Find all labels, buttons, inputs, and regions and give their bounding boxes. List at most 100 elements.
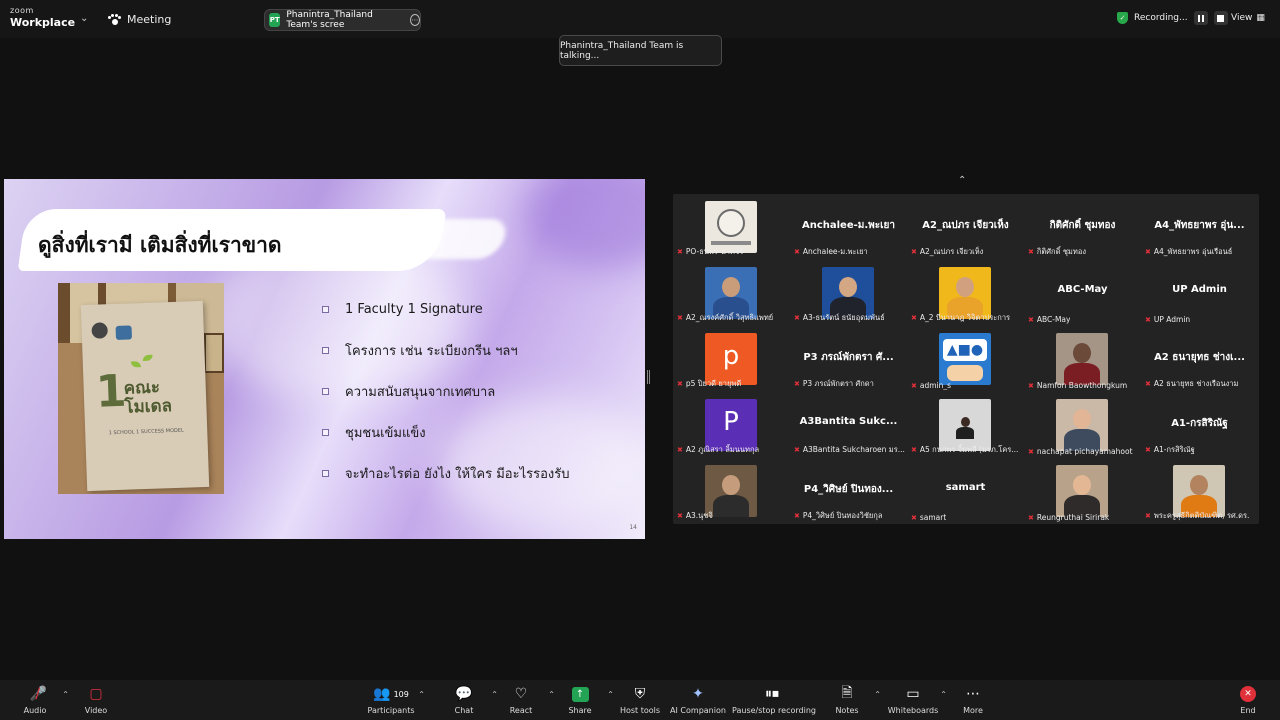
end-meeting-button[interactable]: ✕ End <box>1218 684 1278 715</box>
participant-tile[interactable]: ✖ Namfon Baowthongkum <box>1024 326 1141 392</box>
chat-icon: 💬 <box>455 686 473 702</box>
participant-tile[interactable]: P4_วิศิษย์ ปินทอง... ✖ P4_วิศิษย์ ปินทองวิ… <box>790 458 907 524</box>
bullet-item: จะทำอะไรต่อ ยังไง ให้ใคร มีอะไรรองรับ <box>322 453 569 494</box>
screen-share-indicator[interactable]: PT Phanintra_Thailand Team's scree ⋯ <box>264 9 421 31</box>
meeting-label: Meeting <box>127 13 172 26</box>
chevron-up-icon[interactable]: ⌃ <box>958 175 966 186</box>
participant-name-large: A4_พัทธยาพร อุ่น... <box>1154 220 1245 231</box>
close-icon: ✕ <box>1240 686 1256 702</box>
participant-tile[interactable]: p ✖ p5 ปิยวดี ยายุพดี <box>673 326 790 392</box>
participants-options-caret[interactable]: ⌃ <box>418 690 425 699</box>
participant-name: ✖ admin_s <box>911 381 952 390</box>
zoom-workplace-logo[interactable]: zoom Workplace <box>10 6 76 29</box>
microphone-muted-icon: ✖ <box>794 512 800 520</box>
participant-gallery: ✖ PO-ธนพร-นาคจริ Anchalee-ม.พะเยา ✖ Anchalee… <box>673 194 1259 524</box>
pause-recording-button[interactable] <box>1193 11 1208 25</box>
participant-video <box>1056 399 1108 451</box>
participant-tile[interactable]: ✖ nachapat pichayamahoot <box>1024 392 1141 458</box>
host-tools-button[interactable]: ⛨ Host tools <box>610 684 670 715</box>
pause-stop-icon: ⏸⏹ <box>765 686 779 702</box>
react-button[interactable]: ♡ React ⌃ <box>491 684 555 715</box>
participant-tile[interactable]: A2 ธนายุทธ ช่างเ... ✖ A2 ธนายุทธ ช่างเรือน… <box>1141 326 1258 392</box>
chat-button[interactable]: 💬 Chat ⌃ <box>434 684 498 715</box>
participant-tile[interactable]: A4_พัทธยาพร อุ่น... ✖ A4_พัทธยาพร อุ่นเรือ… <box>1141 194 1258 260</box>
microphone-muted-icon: ✖ <box>1028 513 1034 522</box>
participant-tile[interactable]: ✖ A2_ณรงค์ศักดิ์ วิสุทธิแพทย์ <box>673 260 790 326</box>
microphone-muted-icon: ✖ <box>1028 248 1034 256</box>
notes-button[interactable]: 🗎 Notes ⌃ <box>817 684 881 715</box>
whiteboards-button[interactable]: ▭ Whiteboards ⌃ <box>883 684 947 715</box>
bullet-item: โครงการ เช่น ระเบียงกรีน ฯลฯ <box>322 330 569 371</box>
participant-tile[interactable]: P ✖ A2 ภูณิสรา ลิ้มนนทกุล <box>673 392 790 458</box>
participant-tile[interactable]: ✖ A5 กนกพร จิ้มพลี (มรภ.โคร... <box>907 392 1024 458</box>
participant-name-large: Anchalee-ม.พะเยา <box>801 220 896 231</box>
microphone-muted-icon: ✖ <box>677 248 683 256</box>
abc-logo-icon: ▲■● <box>943 339 987 361</box>
book-subtitle: 1 SCHOOL 1 SUCCESS MODEL <box>108 427 184 437</box>
video-button[interactable]: ▢ Video <box>66 684 126 715</box>
microphone-muted-icon: ✖ <box>1028 447 1034 456</box>
participant-tile[interactable]: A3Bantita Sukc... ✖ A3Bantita Sukcharoen ม… <box>790 392 907 458</box>
organization-seal-icon <box>717 209 745 237</box>
participant-tile[interactable]: A1-กรสิริณัฐ ✖ A1-กรสิริณัฐ <box>1141 392 1258 458</box>
participant-tile[interactable]: A2_ณปภร เจียวเห็ง ✖ A2_ณปภร เจียวเห็ง <box>907 194 1024 260</box>
participant-name: ✖ PO-ธนพร-นาคจริ <box>677 247 744 256</box>
logo-line2: Workplace <box>10 16 76 29</box>
view-label: View <box>1231 13 1253 23</box>
avatar-letter: p <box>722 341 740 371</box>
participant-name-large: A1-กรสิริณัฐ <box>1171 418 1228 429</box>
book-photo: 1 คณะ โมเดล 1 SCHOOL 1 SUCCESS MODEL <box>58 283 224 494</box>
participant-tile[interactable]: กิติศักดิ์ ชุมทอง ✖ กิติศักดิ์ ชุมทอง <box>1024 194 1141 260</box>
pause-stop-recording-button[interactable]: ⏸⏹ Pause/stop recording <box>732 684 816 715</box>
share-button[interactable]: ↑ Share ⌃ <box>550 684 614 715</box>
ai-companion-button[interactable]: ✦ AI Companion <box>668 684 728 715</box>
participants-button[interactable]: 👥 109 Participants ⌃ <box>361 684 426 715</box>
more-options-icon[interactable]: ⋯ <box>409 14 420 26</box>
resize-handle[interactable] <box>647 370 650 384</box>
participant-name: ✖ A2_ณรงค์ศักดิ์ วิสุทธิแพทย์ <box>677 313 774 322</box>
chevron-down-icon[interactable]: ⌄ <box>80 13 88 24</box>
more-button[interactable]: ⋯ More <box>943 684 1003 715</box>
participant-tile[interactable]: ✖ Reungruthai Sirirak <box>1024 458 1141 524</box>
participant-name-large: กิติศักดิ์ ชุมทอง <box>1049 220 1116 231</box>
slide-title: ดูสิ่งที่เรามี เติมสิ่งที่เราขาด <box>38 233 282 257</box>
participant-tile[interactable]: ▲■● ✖ admin_s <box>907 326 1024 392</box>
participant-tile[interactable]: P3 ภรณ์พักตรา ศั... ✖ P3 ภรณ์พักตรา ศักดา <box>790 326 907 392</box>
participant-tile[interactable]: UP Admin ✖ UP Admin <box>1141 260 1258 326</box>
participant-tile[interactable]: ✖ พระครูสุธีกิตติบัณฑิต, รศ.ดร. <box>1141 458 1258 524</box>
participant-name: ✖ P3 ภรณ์พักตรา ศักดา <box>794 379 874 388</box>
participant-tile[interactable]: ✖ A3.นุชจิ <box>673 458 790 524</box>
bullet-item: 1 Faculty 1 Signature <box>322 289 569 330</box>
participant-name: ✖ A2 ภูณิสรา ลิ้มนนทกุล <box>677 445 760 454</box>
shared-screen-slide[interactable]: ดูสิ่งที่เรามี เติมสิ่งที่เราขาด 1 คณะ โ… <box>4 179 645 539</box>
paw-icon <box>108 13 121 26</box>
participant-tile[interactable]: Anchalee-ม.พะเยา ✖ Anchalee-ม.พะเยา <box>790 194 907 260</box>
audio-button[interactable]: 🎤/ Audio ⌃ <box>5 684 69 715</box>
participant-tile[interactable]: samart ✖ samart <box>907 458 1024 524</box>
participant-tile[interactable]: ✖ PO-ธนพร-นาคจริ <box>673 194 790 260</box>
participant-video: ▲■● <box>939 333 991 385</box>
participant-tile[interactable]: ABC-May ✖ ABC-May <box>1024 260 1141 326</box>
participant-name-large: A2_ณปภร เจียวเห็ง <box>922 220 1009 231</box>
microphone-muted-icon: ✖ <box>911 513 917 522</box>
logo-line1: zoom <box>10 6 34 15</box>
participant-name-large: UP Admin <box>1172 284 1227 295</box>
participant-tile[interactable]: ✖ A_2 บีนานาฎ วิจิตาประการ <box>907 260 1024 326</box>
view-button[interactable]: View ▦ <box>1231 13 1265 23</box>
stop-recording-button[interactable] <box>1213 11 1228 25</box>
participant-tile[interactable]: ✖ A3-ธนรัตน์ ธนัยอุดมพันธ์ <box>790 260 907 326</box>
participant-name: ✖ Namfon Baowthongkum <box>1028 381 1128 390</box>
whiteboard-icon: ▭ <box>906 686 920 702</box>
share-arrow-icon: ↑ <box>571 686 589 702</box>
microphone-muted-icon: ✖ <box>1028 315 1034 324</box>
notes-options-caret[interactable]: ⌃ <box>874 690 881 699</box>
microphone-muted-icon: ✖ <box>1145 315 1151 324</box>
participant-name: ✖ A2_ณปภร เจียวเห็ง <box>911 247 984 256</box>
bullet-item: ความสนับสนุนจากเทศบาล <box>322 371 569 412</box>
shield-icon: ⛨ <box>634 686 646 702</box>
meeting-menu[interactable]: Meeting <box>108 13 171 26</box>
bullet-item: ชุมชนเข้มแข็ง <box>322 412 569 453</box>
participant-name: ✖ A5 กนกพร จิ้มพลี (มรภ.โคร... <box>911 445 1019 454</box>
leaf-icon <box>142 354 153 362</box>
participant-name: ✖ Reungruthai Sirirak <box>1028 513 1110 522</box>
